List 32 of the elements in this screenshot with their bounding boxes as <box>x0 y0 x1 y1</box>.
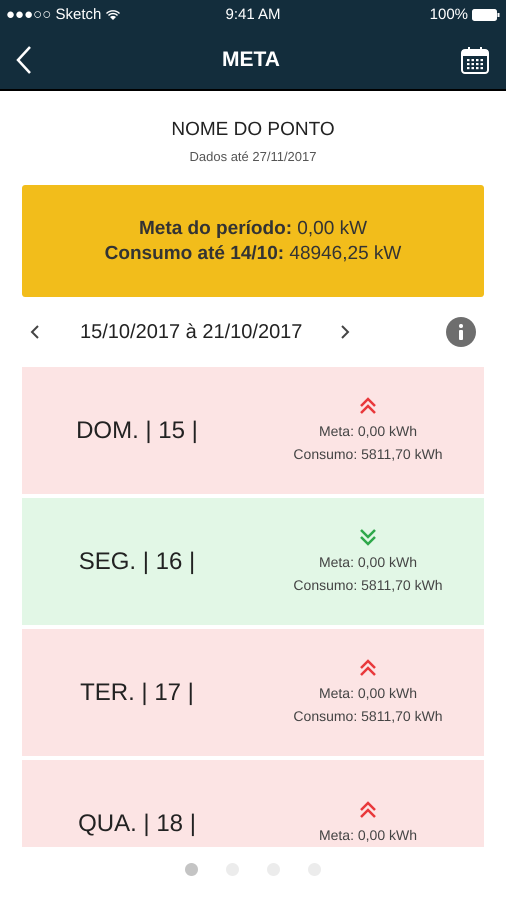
consumption-value: Consumo: 5811,70 kWh <box>293 706 443 726</box>
battery-percent: 100% <box>430 4 468 25</box>
double-chevron-up-icon <box>359 801 377 819</box>
wifi-icon <box>105 9 122 21</box>
period-range: 15/10/2017 à 21/10/2017 <box>80 320 302 345</box>
chevron-left-icon <box>30 324 40 340</box>
consumption-value: Consumo: 5811,70 kWh <box>293 444 443 464</box>
goal-value: Meta: 0,00 kWh <box>318 826 418 845</box>
day-label: DOM. | 15 | <box>75 416 199 446</box>
info-button[interactable] <box>446 317 476 347</box>
data-date: Dados até 27/11/2017 <box>190 148 316 166</box>
chevron-right-icon <box>340 324 350 340</box>
day-label: SEG. | 16 | <box>78 546 196 576</box>
battery-icon <box>472 9 500 21</box>
status-time: 9:41 AM <box>224 4 282 25</box>
carrier-label: ●●●○○ Sketch <box>6 4 102 25</box>
goal-value: Meta: 0,00 kWh <box>318 684 418 702</box>
day-label: TER. | 17 | <box>79 678 195 708</box>
consumption-value: Consumo: 5811,70 kWh <box>293 576 443 594</box>
calendar-icon <box>460 44 490 74</box>
screen-title: META <box>221 46 281 73</box>
goal-value: Meta: 0,00 kWh <box>318 422 418 440</box>
summary-line: Consumo até 14/10: 48946,25 kW <box>104 242 402 266</box>
goal-value: Meta: 0,00 kWh <box>318 552 418 572</box>
double-chevron-up-icon <box>359 396 377 414</box>
double-chevron-down-icon <box>359 528 377 546</box>
day-label: QUA. | 18 | <box>77 808 197 838</box>
info-icon <box>458 324 464 340</box>
summary-line: Meta do período: 0,00 kW <box>138 217 368 241</box>
double-chevron-up-icon <box>359 658 377 676</box>
back-icon <box>16 44 32 74</box>
point-name: NOME DO PONTO <box>171 118 335 142</box>
